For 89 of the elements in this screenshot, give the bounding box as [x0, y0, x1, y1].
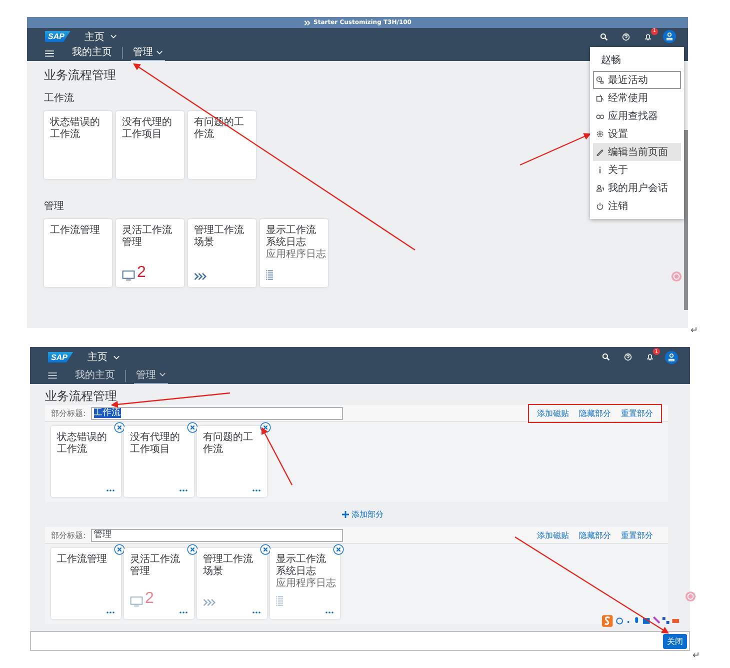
more-icon[interactable]: [325, 611, 334, 614]
sap-logo[interactable]: SAP: [45, 31, 70, 42]
section-action-link[interactable]: 添加磁贴: [537, 408, 569, 418]
section-title-label: 部分标题:: [51, 408, 86, 418]
remove-tile-button[interactable]: [187, 422, 198, 433]
menu-item[interactable]: 经常使用: [593, 89, 681, 107]
nav-tab[interactable]: 我的主页: [70, 44, 114, 62]
paragraph-mark: ↵: [692, 651, 700, 661]
section-action-link[interactable]: 隐藏部分: [579, 530, 611, 540]
settings-icon: [596, 130, 604, 138]
page-title: 业务流程管理: [45, 388, 117, 405]
section-title-field[interactable]: 管理: [90, 528, 343, 542]
scrollbar[interactable]: [684, 130, 688, 310]
annotation-arrow: [520, 133, 592, 166]
chevrons-icon: [194, 272, 208, 281]
menu-item[interactable]: 我的用户会话: [593, 179, 681, 197]
avatar-icon[interactable]: [663, 30, 676, 43]
section-title-label: 部分标题:: [51, 530, 86, 540]
search-icon[interactable]: [600, 32, 608, 40]
annotation-arrow: [261, 426, 293, 486]
nav-tab[interactable]: 我的主页: [73, 366, 117, 384]
section-action-link[interactable]: 添加磁贴: [537, 530, 569, 540]
remove-tile-button[interactable]: [114, 544, 125, 555]
section-action-link[interactable]: 重置部分: [621, 408, 653, 418]
section-action-link[interactable]: 重置部分: [621, 530, 653, 540]
tile[interactable]: 状态错误的工作流: [44, 111, 112, 179]
monitor-icon: [130, 596, 143, 607]
menu-item[interactable]: 编辑当前页面: [593, 143, 681, 161]
menu-item[interactable]: 注销: [593, 197, 681, 215]
home-menu[interactable]: 主页: [87, 350, 120, 364]
more-icon[interactable]: [179, 489, 188, 492]
caret-icon: [156, 50, 163, 54]
list-icon: [276, 595, 283, 607]
pencil-icon: [596, 148, 604, 156]
tile[interactable]: 灵活工作流管理 2: [116, 219, 184, 287]
person-icon: [596, 184, 604, 192]
tile-subtitle: 应用程序日志: [276, 578, 334, 589]
bell-icon[interactable]: [646, 353, 654, 361]
monitor-icon: [122, 270, 135, 281]
chevrons-icon: [203, 598, 217, 607]
document-icon: [596, 94, 604, 102]
help-icon[interactable]: [624, 353, 632, 361]
help-icon[interactable]: [622, 32, 630, 40]
section-title-field[interactable]: 工作流: [90, 406, 343, 420]
more-icon[interactable]: [179, 611, 188, 614]
tile[interactable]: 工作流管理: [44, 219, 112, 287]
binoculars-icon: [596, 112, 604, 120]
menu-icon[interactable]: [48, 372, 57, 379]
remove-tile-button[interactable]: [333, 544, 344, 555]
plus-icon: [342, 511, 348, 518]
bell-icon[interactable]: [644, 32, 652, 40]
forward-icon: [304, 20, 311, 26]
remove-tile-button[interactable]: [260, 422, 271, 433]
paragraph-mark: ↵: [690, 326, 698, 336]
tile-count: 2: [137, 265, 146, 281]
remove-tile-button[interactable]: [260, 544, 271, 555]
user-name: 赵畅: [600, 54, 622, 68]
add-section-button[interactable]: 添加部分: [342, 509, 384, 520]
menu-item[interactable]: 最近活动: [593, 71, 681, 89]
menu-item[interactable]: 设置: [593, 125, 681, 143]
tile[interactable]: 显示工作流系统日志 应用程序日志: [260, 219, 328, 287]
section-action-link[interactable]: 隐藏部分: [579, 408, 611, 418]
group-title: 工作流: [44, 92, 74, 105]
avatar-icon[interactable]: [665, 350, 678, 364]
tile-count: 2: [145, 591, 154, 607]
page-title: 业务流程管理: [44, 67, 116, 84]
menu-item[interactable]: 应用查找器: [593, 107, 681, 125]
caret-icon: [110, 34, 118, 39]
tile[interactable]: 管理工作流场景: [188, 219, 256, 287]
list-icon: [266, 269, 273, 281]
caret-icon: [113, 354, 120, 360]
clock-icon: [596, 76, 604, 84]
more-icon[interactable]: [106, 489, 115, 492]
close-button[interactable]: 关闭: [663, 634, 687, 648]
tile[interactable]: 没有代理的工作项目: [116, 111, 184, 179]
group-title: 管理: [44, 200, 64, 213]
remove-tile-button[interactable]: [187, 544, 198, 555]
power-icon: [596, 202, 604, 210]
ime-toolbar-drawing[interactable]: [602, 615, 680, 627]
more-icon[interactable]: [252, 611, 261, 614]
menu-icon[interactable]: [45, 50, 54, 56]
more-icon[interactable]: [252, 489, 261, 492]
menu-item[interactable]: 关于: [593, 161, 681, 179]
home-menu[interactable]: 主页: [84, 30, 118, 44]
caret-icon: [159, 372, 166, 377]
search-icon[interactable]: [602, 353, 610, 361]
sap-logo[interactable]: SAP: [48, 352, 74, 362]
more-icon[interactable]: [106, 611, 115, 614]
remove-tile-button[interactable]: [114, 422, 125, 433]
